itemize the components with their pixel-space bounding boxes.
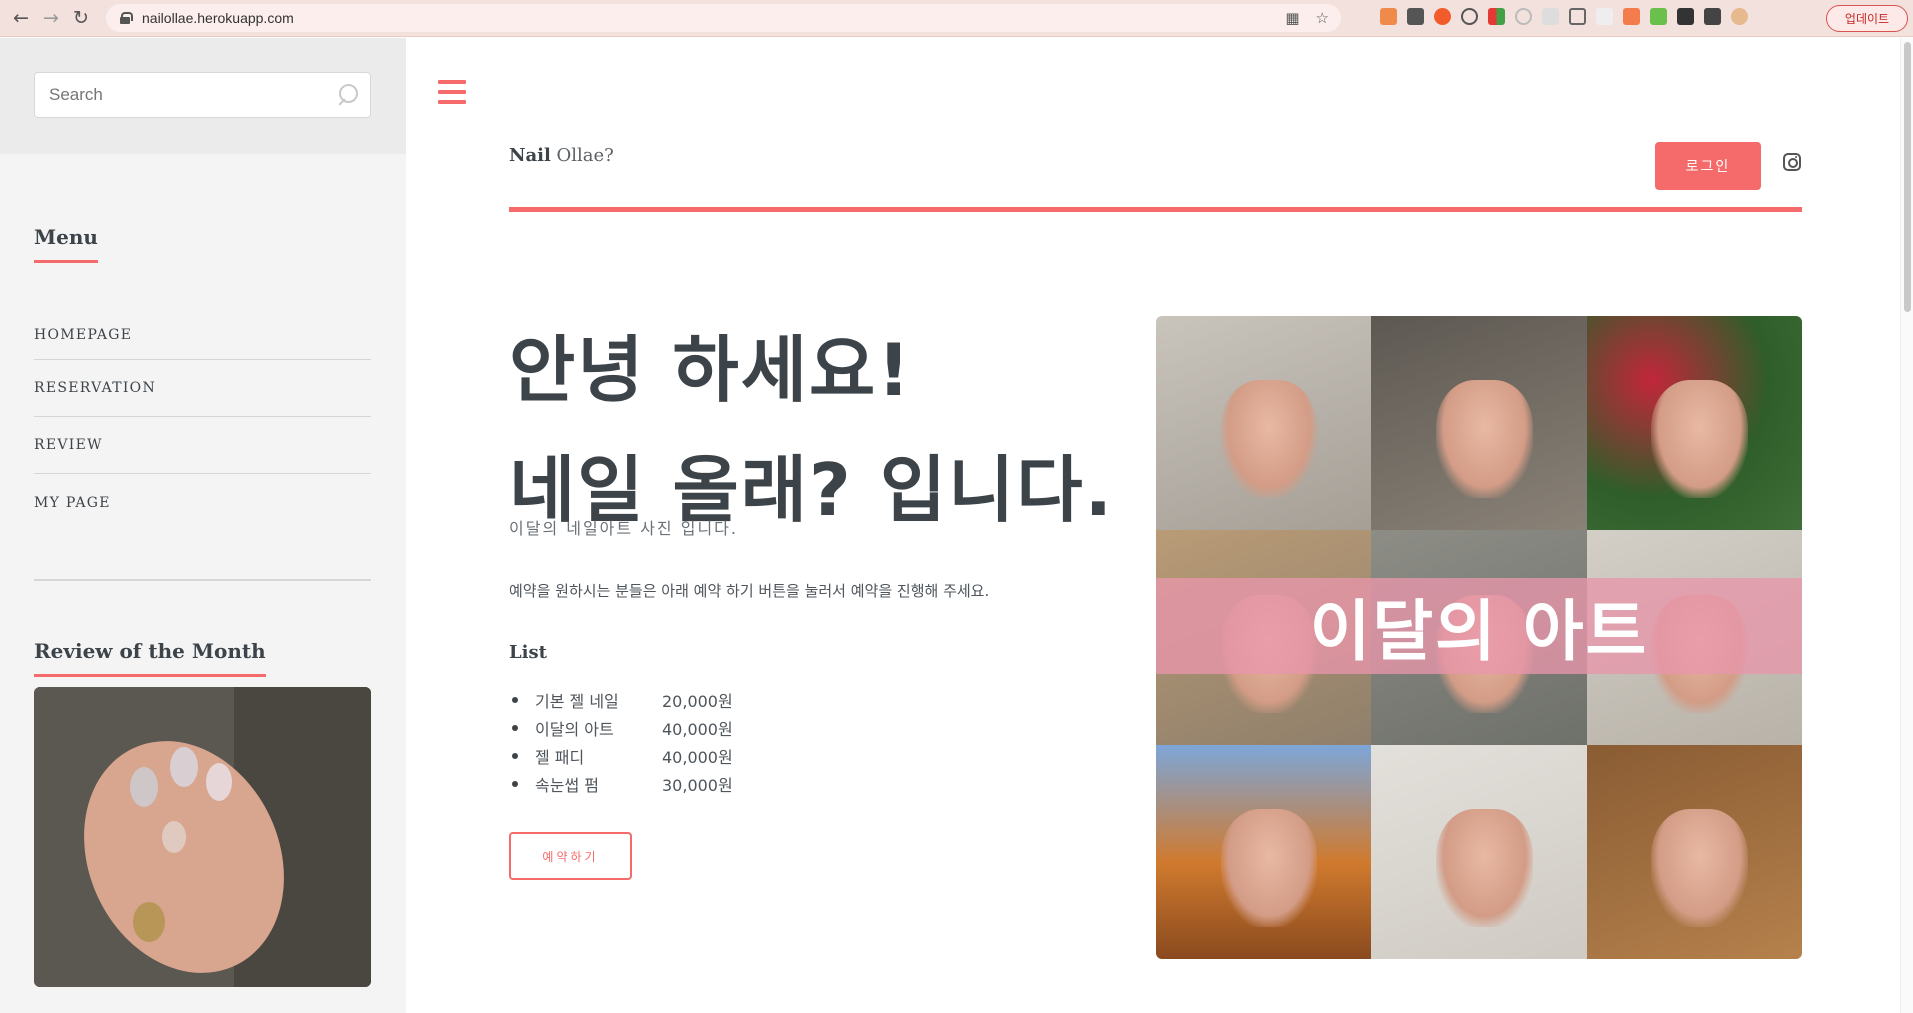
menu-item-my-page[interactable]: MY PAGE [34,474,371,531]
menu-item-review[interactable]: REVIEW [34,417,371,474]
avatar[interactable] [1731,8,1748,25]
menu-list: HOMEPAGE RESERVATION REVIEW MY PAGE [34,310,371,531]
back-icon[interactable]: ← [6,3,36,33]
service-price: 20,000원 [662,692,733,711]
search-icon[interactable] [336,84,358,106]
hero-title-line1: 안녕 하세요! [509,328,913,412]
extensions-bar [1380,8,1748,25]
gallery-photo [1586,316,1802,531]
url-text: nailollae.herokuapp.com [142,10,294,26]
extension-icon[interactable] [1542,8,1559,25]
price-list-item: 속눈썹 펌 30,000원 [509,770,733,798]
menu-section: Menu [0,225,98,263]
extension-icon[interactable] [1380,8,1397,25]
gallery-photo [1586,744,1802,959]
extension-icon[interactable] [1677,8,1694,25]
extension-icon[interactable] [1407,8,1424,25]
service-price: 40,000원 [662,748,733,767]
extension-icon[interactable] [1569,8,1586,25]
lock-icon [120,12,133,24]
login-button[interactable]: 로그인 [1655,142,1761,190]
price-list: 기본 젤 네일 20,000원 이달의 아트 40,000원 젤 패디 40,0… [509,686,733,798]
price-list-item: 젤 패디 40,000원 [509,742,733,770]
page-scrollbar[interactable] [1900,38,1913,1013]
hamburger-menu-icon[interactable] [438,80,466,104]
logo-light: Ollae? [556,145,614,166]
gallery-photo [1156,744,1372,959]
service-name: 이달의 아트 [535,720,614,739]
gallery-banner: 이달의 아트 [1156,578,1802,674]
menu-item-homepage[interactable]: HOMEPAGE [34,310,371,360]
service-name: 기본 젤 네일 [535,692,619,711]
extension-icon[interactable] [1623,8,1640,25]
hero-description: 예약을 원하시는 분들은 아래 예약 하기 버튼을 눌러서 예약을 진행해 주세… [509,582,990,600]
review-heading: Review of the Month [34,639,266,677]
scrollbar-thumb[interactable] [1904,42,1911,312]
extension-icon[interactable] [1434,8,1451,25]
service-name: 젤 패디 [535,748,585,767]
puzzle-icon[interactable] [1704,8,1721,25]
extension-icon[interactable] [1461,8,1478,25]
review-photo-art [34,687,371,987]
extension-icon[interactable] [1515,8,1532,25]
sidebar-divider [34,579,371,581]
header-divider [509,207,1802,212]
gallery-photo [1371,744,1587,959]
menu-item-reservation[interactable]: RESERVATION [34,360,371,417]
gallery-photo [1156,316,1372,531]
nail-art-gallery[interactable]: 이달의 아트 [1156,316,1802,959]
hero-title: 안녕 하세요! 네일 올래? 입니다. [509,310,1114,550]
price-list-item: 기본 젤 네일 20,000원 [509,686,733,714]
qr-icon[interactable]: ▦ [1285,9,1299,27]
address-bar[interactable]: nailollae.herokuapp.com ▦ ☆ [106,4,1341,32]
extension-icon[interactable] [1596,8,1613,25]
reserve-button[interactable]: 예약하기 [509,832,632,880]
price-list-item: 이달의 아트 40,000원 [509,714,733,742]
search-input[interactable] [49,85,329,105]
review-photo[interactable] [34,687,371,987]
menu-heading: Menu [34,225,98,263]
review-section: Review of the Month [0,639,266,677]
gallery-photo [1371,316,1587,531]
extension-icon[interactable] [1650,8,1667,25]
price-list-heading: List [509,642,547,663]
site-logo[interactable]: Nail Ollae? [509,145,614,166]
update-button[interactable]: 업데이트 [1826,5,1908,32]
bookmark-star-icon[interactable]: ☆ [1316,9,1329,27]
instagram-icon[interactable] [1783,153,1801,171]
reload-icon[interactable]: ↻ [66,3,96,33]
search-section [0,38,406,154]
service-price: 30,000원 [662,776,733,795]
service-name: 속눈썹 펌 [535,776,599,795]
search-box[interactable] [34,72,371,118]
forward-icon[interactable]: → [36,3,66,33]
extension-icon[interactable] [1488,8,1505,25]
browser-toolbar: ← → ↻ nailollae.herokuapp.com ▦ ☆ 업데이트 [0,0,1913,37]
hero-subtitle: 이달의 네일아트 사진 입니다. [509,519,738,538]
service-price: 40,000원 [662,720,733,739]
logo-bold: Nail [509,145,551,166]
